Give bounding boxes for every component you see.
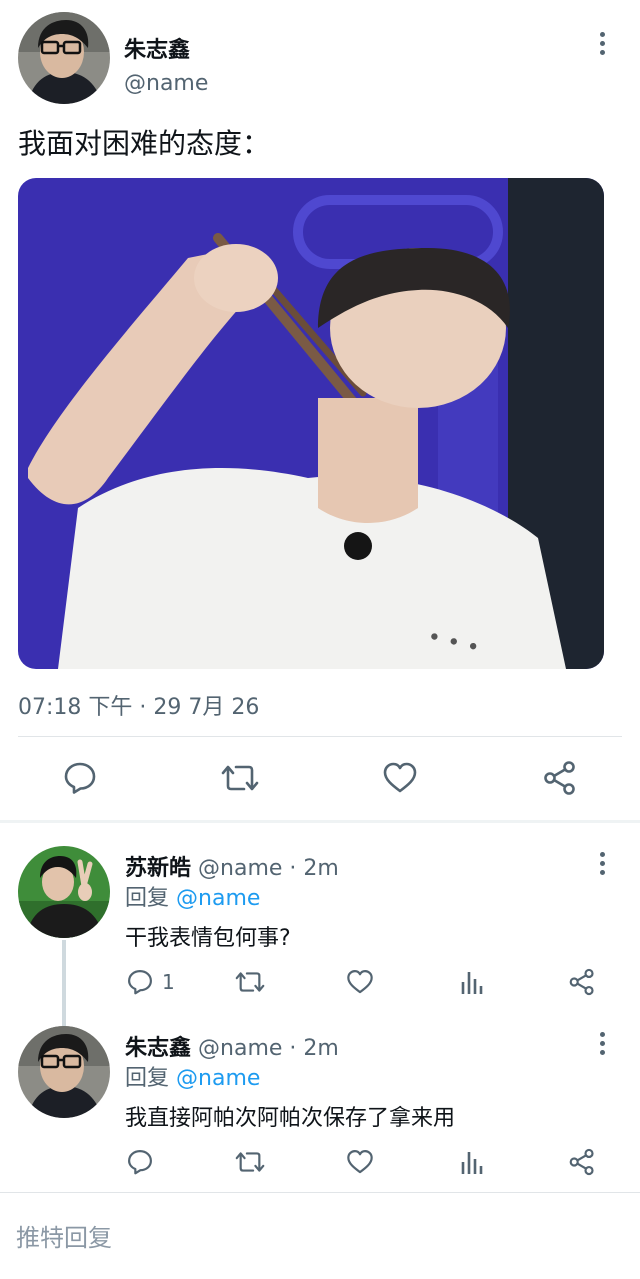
reply-button[interactable] <box>62 760 98 796</box>
reply-time: · 2m <box>289 856 339 881</box>
heart-icon <box>347 970 373 994</box>
like-button[interactable] <box>346 1148 374 1176</box>
retweet-button[interactable] <box>234 1148 266 1176</box>
heart-icon <box>383 762 417 793</box>
thread-connector-line <box>62 940 66 1028</box>
like-button[interactable] <box>382 760 418 796</box>
main-author-name[interactable]: 朱志鑫 <box>124 32 190 64</box>
reply-count: 1 <box>162 970 175 994</box>
replying-to: 回复 @name <box>125 880 260 912</box>
tweet-thread-page: 朱志鑫 @name 我面对困难的态度： • • • 07:18 下午 · 29 … <box>0 0 640 1279</box>
divider <box>0 1192 640 1193</box>
photo-icon: • • • <box>18 178 604 669</box>
mention-link[interactable]: @name <box>176 1066 260 1091</box>
more-options-icon[interactable] <box>598 32 606 58</box>
share-icon <box>544 761 575 795</box>
reply-icon <box>64 762 96 794</box>
share-icon <box>569 1148 594 1176</box>
tweet-timestamp: 07:18 下午 · 29 7月 26 <box>18 695 260 720</box>
mention-link[interactable]: @name <box>176 886 260 911</box>
analytics-button[interactable] <box>460 1148 484 1176</box>
main-tweet-text: 我面对困难的态度： <box>18 127 271 160</box>
reply-time: · 2m <box>289 1036 339 1061</box>
retweet-button[interactable] <box>220 760 260 796</box>
replying-to-label: 回复 <box>125 1066 170 1091</box>
reply-author-handle[interactable]: @name <box>198 1036 282 1061</box>
reply-author-name[interactable]: 朱志鑫 <box>125 1036 191 1061</box>
reply-compose-input[interactable]: 推特回复 <box>16 1218 112 1253</box>
reply-author-name[interactable]: 苏新皓 <box>125 856 191 881</box>
heart-icon <box>347 1150 373 1174</box>
reply-icon <box>128 1150 152 1175</box>
reply-author-avatar[interactable] <box>18 846 110 938</box>
analytics-icon <box>461 1152 483 1174</box>
more-options-icon[interactable] <box>598 852 606 878</box>
user-avatar-icon <box>18 12 110 104</box>
reply-button[interactable]: 1 <box>126 968 175 996</box>
analytics-button[interactable] <box>460 968 484 996</box>
share-button[interactable] <box>568 968 596 996</box>
main-author-avatar[interactable] <box>18 12 110 104</box>
replying-to-label: 回复 <box>125 886 170 911</box>
user-avatar-icon <box>18 1026 110 1118</box>
retweet-icon <box>235 1152 265 1172</box>
section-separator <box>0 820 640 823</box>
main-tweet-actions <box>0 742 640 818</box>
reply-text: 我直接阿帕次阿帕次保存了拿来用 <box>125 1106 456 1131</box>
share-button[interactable] <box>568 1148 596 1176</box>
retweet-icon <box>221 765 259 791</box>
reply-button[interactable] <box>126 1148 154 1176</box>
analytics-icon <box>461 972 483 994</box>
user-avatar-icon <box>18 846 110 938</box>
like-button[interactable] <box>346 968 374 996</box>
retweet-button[interactable] <box>234 968 266 996</box>
retweet-icon <box>235 972 265 992</box>
replying-to: 回复 @name <box>125 1060 260 1092</box>
reply-header: 朱志鑫 @name · 2m <box>125 1030 339 1062</box>
reply-author-avatar[interactable] <box>18 1026 110 1118</box>
reply-header: 苏新皓 @name · 2m <box>125 850 339 882</box>
main-tweet-header: 朱志鑫 @name <box>18 12 622 106</box>
share-icon <box>569 968 594 996</box>
share-button[interactable] <box>542 760 578 796</box>
reply-author-handle[interactable]: @name <box>198 856 282 881</box>
divider <box>18 736 622 737</box>
main-author-handle[interactable]: @name <box>124 71 208 96</box>
reply-icon <box>128 970 152 995</box>
tweet-media-photo[interactable]: • • • <box>18 178 604 669</box>
more-options-icon[interactable] <box>598 1032 606 1058</box>
reply-text: 干我表情包何事? <box>125 926 291 951</box>
